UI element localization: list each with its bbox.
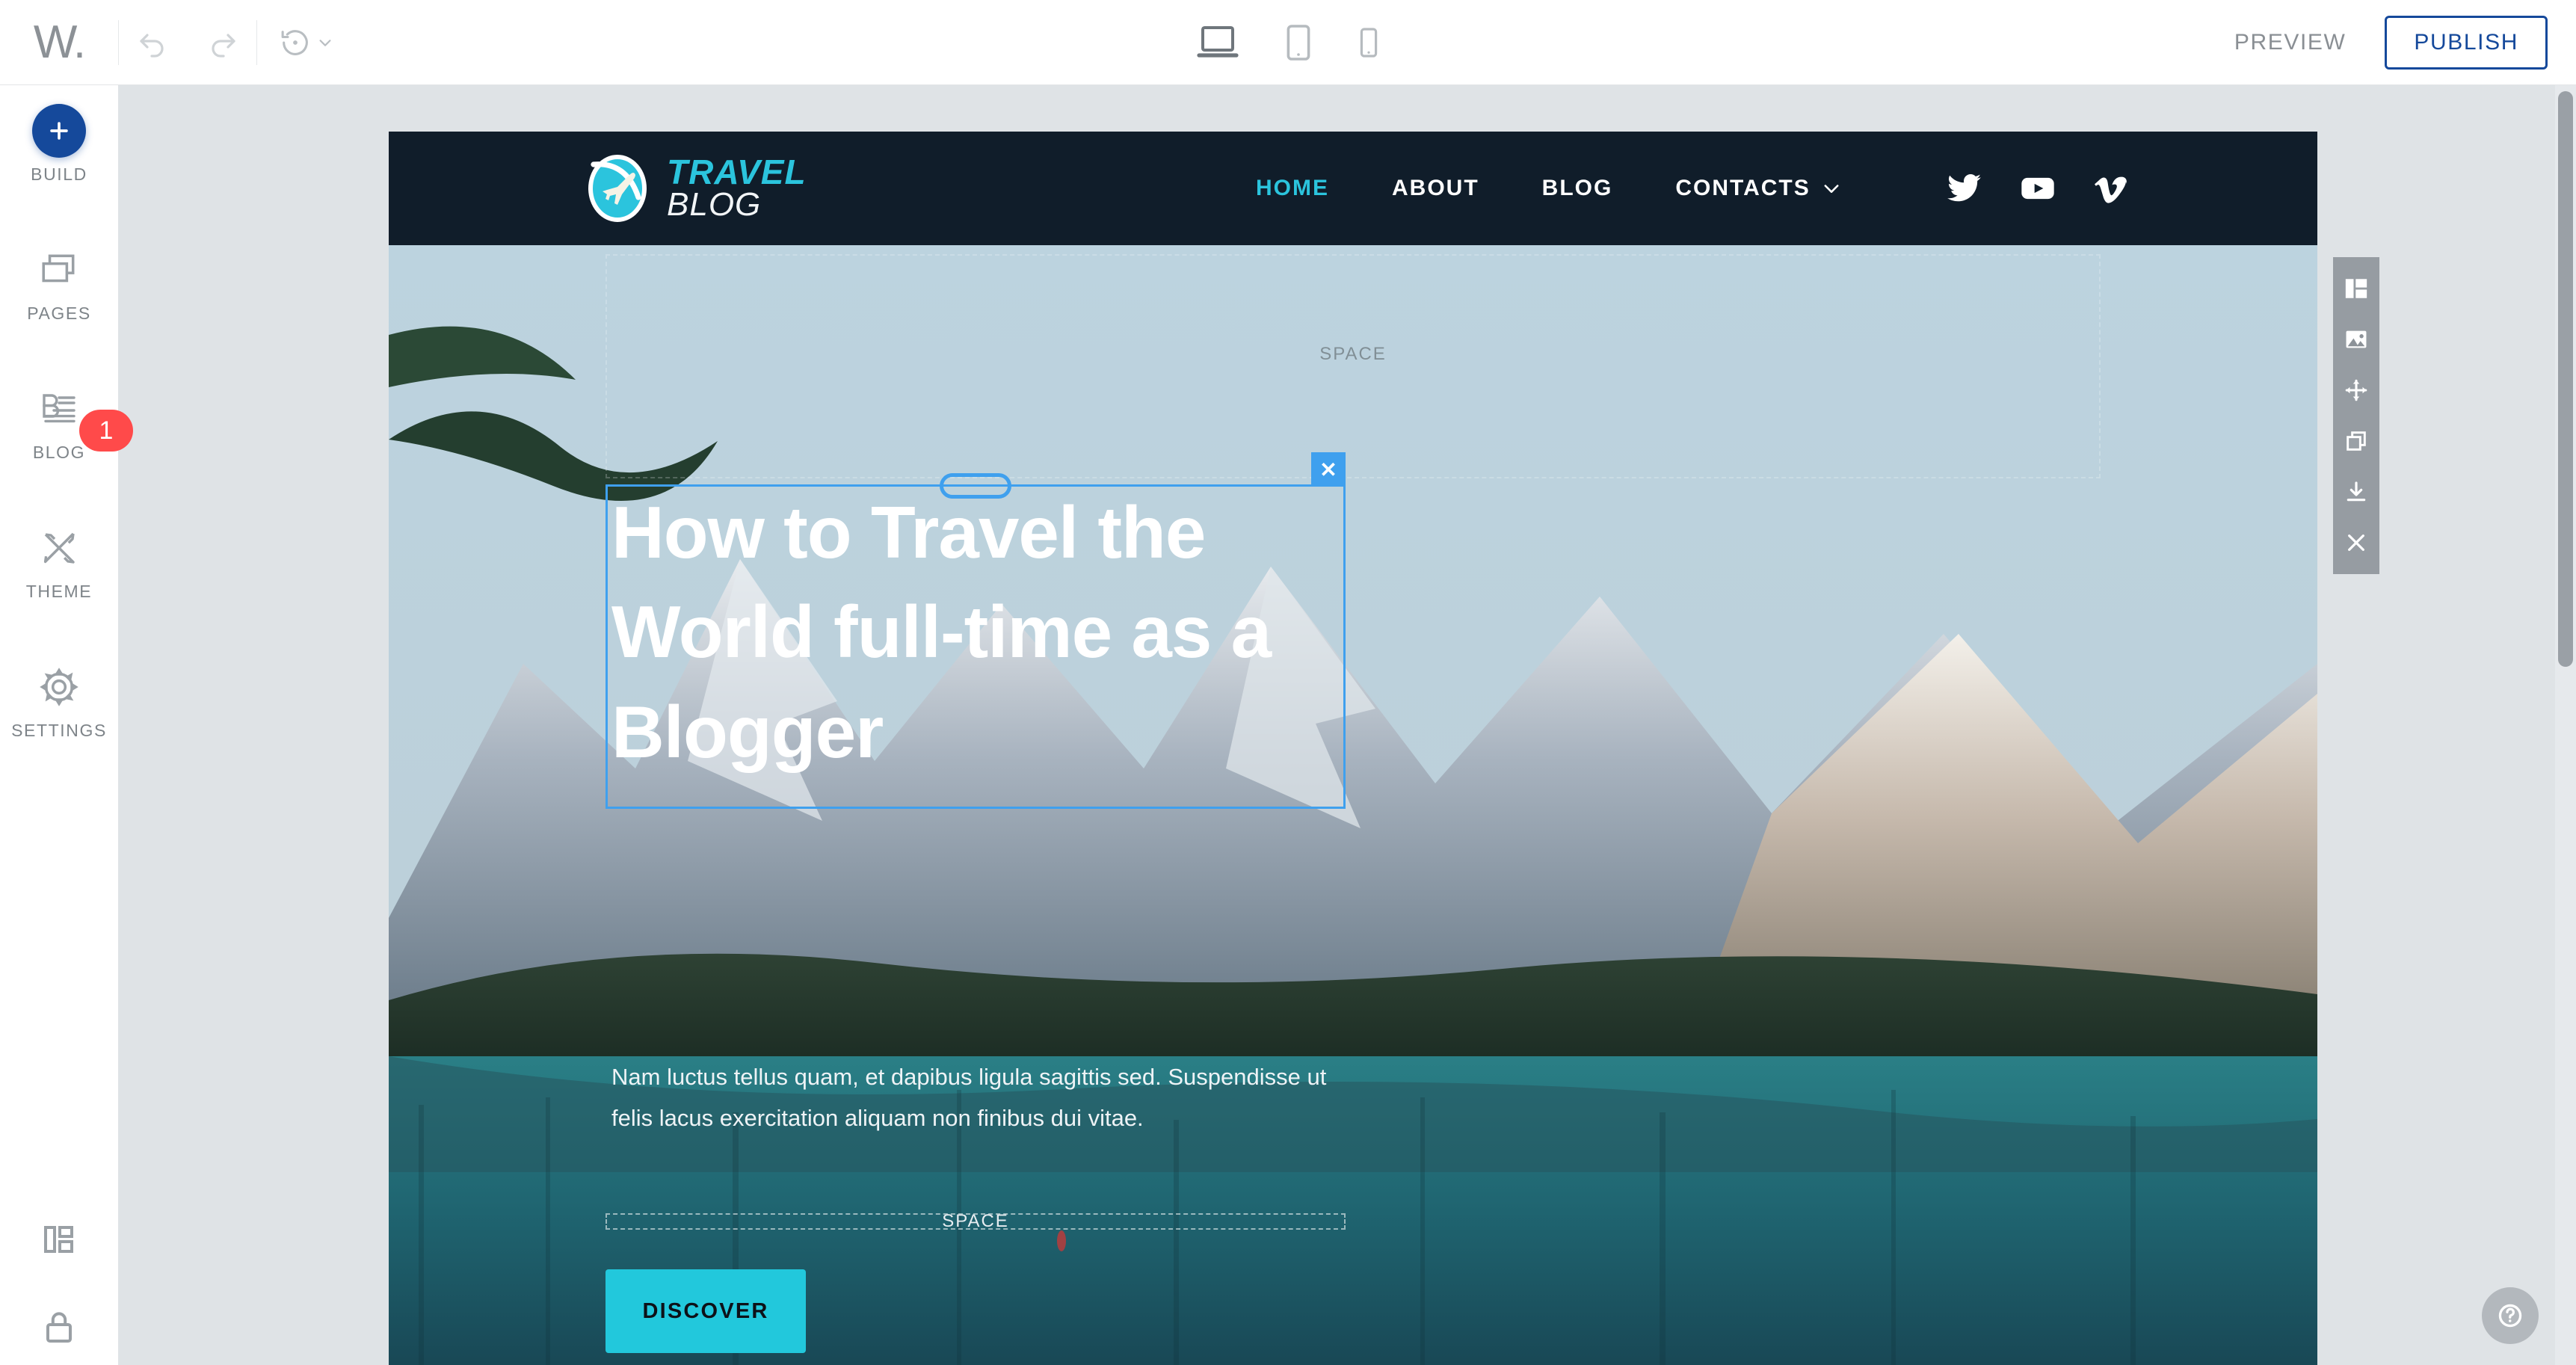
close-icon-button[interactable] bbox=[2333, 517, 2379, 568]
selection-outline[interactable]: ✕ bbox=[606, 452, 1346, 809]
undo-redo-group bbox=[119, 0, 256, 84]
space-label-top: SPACE bbox=[1319, 344, 1387, 364]
nav-link-about[interactable]: ABOUT bbox=[1392, 176, 1479, 201]
sidebar-label-blog: BLOG bbox=[32, 443, 86, 462]
chevron-down-icon bbox=[1824, 185, 1839, 193]
left-sidebar: BUILD PAGES BLOG 1 THEME SETTINGS bbox=[0, 85, 133, 1365]
site-preview: TRAVEL BLOG HOME ABOUT BLOG CONTACTS SPA… bbox=[389, 132, 2317, 1365]
build-icon-wrap bbox=[32, 102, 86, 160]
sidebar-label-settings: SETTINGS bbox=[11, 721, 107, 740]
travel-globe-plane-icon bbox=[588, 155, 647, 222]
logo-text: TRAVEL BLOG bbox=[667, 152, 807, 223]
help-button[interactable] bbox=[2482, 1287, 2539, 1344]
theme-brush-icon bbox=[38, 519, 80, 577]
element-floating-toolbar bbox=[2333, 257, 2379, 574]
preview-button[interactable]: PREVIEW bbox=[2224, 22, 2357, 63]
vimeo-icon[interactable] bbox=[2093, 170, 2129, 206]
editor-canvas: TRAVEL BLOG HOME ABOUT BLOG CONTACTS SPA… bbox=[118, 85, 2576, 1365]
publish-button[interactable]: PUBLISH bbox=[2385, 15, 2548, 70]
duplicate-icon-button[interactable] bbox=[2333, 416, 2379, 466]
editor-topbar: W. PREVIEW PUBLISH bbox=[0, 0, 2576, 85]
canvas-scrollbar-thumb[interactable] bbox=[2558, 91, 2573, 667]
sidebar-item-theme[interactable]: THEME bbox=[0, 519, 118, 602]
question-mark-icon bbox=[2498, 1304, 2522, 1328]
layout-columns-icon bbox=[2345, 279, 2367, 298]
selection-close-button[interactable]: ✕ bbox=[1311, 452, 1346, 487]
sidebar-label-theme: THEME bbox=[25, 582, 93, 601]
nav-link-home[interactable]: HOME bbox=[1256, 176, 1329, 201]
nav-label-about: ABOUT bbox=[1392, 176, 1479, 200]
device-mobile-button[interactable] bbox=[1354, 22, 1384, 64]
undo-button[interactable] bbox=[119, 0, 188, 84]
save-download-icon bbox=[2347, 481, 2366, 502]
topbar-actions: PREVIEW PUBLISH bbox=[2224, 0, 2548, 84]
nav-label-home: HOME bbox=[1256, 176, 1329, 200]
hero-paragraph[interactable]: Nam luctus tellus quam, et dapibus ligul… bbox=[611, 1056, 1329, 1138]
lock-icon bbox=[46, 1312, 72, 1343]
close-icon bbox=[2348, 534, 2364, 551]
device-tablet-button[interactable] bbox=[1281, 19, 1316, 67]
nav-label-blog: BLOG bbox=[1541, 176, 1613, 200]
sidebar-label-pages: PAGES bbox=[27, 303, 91, 323]
site-navigation: HOME ABOUT BLOG CONTACTS bbox=[1256, 176, 1842, 201]
twitter-icon[interactable] bbox=[1945, 170, 1982, 207]
youtube-icon[interactable] bbox=[2018, 169, 2057, 208]
image-icon-button[interactable] bbox=[2333, 314, 2379, 365]
social-links bbox=[1945, 169, 2129, 208]
site-header: TRAVEL BLOG HOME ABOUT BLOG CONTACTS bbox=[389, 132, 2317, 245]
nav-label-contacts: CONTACTS bbox=[1675, 176, 1811, 200]
site-logo[interactable]: TRAVEL BLOG bbox=[582, 152, 807, 224]
nav-link-contacts[interactable]: CONTACTS bbox=[1675, 176, 1841, 201]
save-download-icon-button[interactable] bbox=[2333, 466, 2379, 517]
plus-icon bbox=[32, 104, 86, 158]
space-block-mid[interactable]: SPACE bbox=[606, 1211, 1346, 1231]
layout-columns-icon-button[interactable] bbox=[2333, 263, 2379, 314]
space-label-mid: SPACE bbox=[942, 1211, 1009, 1231]
device-desktop-button[interactable] bbox=[1192, 19, 1243, 67]
sidebar-item-build[interactable]: BUILD bbox=[0, 102, 118, 185]
image-icon bbox=[2346, 330, 2367, 348]
layout-panel-icon bbox=[44, 1226, 73, 1253]
nav-link-blog[interactable]: BLOG bbox=[1542, 176, 1613, 201]
space-block-top[interactable]: SPACE bbox=[606, 254, 2101, 478]
move-icon bbox=[2345, 379, 2367, 401]
sidebar-item-settings[interactable]: SETTINGS bbox=[0, 658, 118, 741]
blog-notification-badge[interactable]: 1 bbox=[79, 410, 133, 452]
blog-icon bbox=[38, 380, 80, 438]
move-icon-button[interactable] bbox=[2333, 365, 2379, 416]
lock-icon-button[interactable] bbox=[0, 1308, 118, 1346]
history-button[interactable] bbox=[257, 0, 354, 84]
canvas-scrollbar-track[interactable] bbox=[2555, 85, 2576, 1365]
layout-panel-icon-button[interactable] bbox=[0, 1221, 118, 1257]
logo-travel-text: TRAVEL bbox=[667, 152, 807, 192]
logo-blog-text: BLOG bbox=[667, 185, 762, 223]
hero-section: SPACE ✕ How to Travel the World full-tim… bbox=[389, 245, 2317, 1365]
sidebar-item-pages[interactable]: PAGES bbox=[0, 241, 118, 324]
sidebar-label-build: BUILD bbox=[31, 164, 87, 184]
discover-button[interactable]: DISCOVER bbox=[606, 1269, 806, 1353]
app-logo[interactable]: W. bbox=[0, 0, 118, 84]
device-preview-group bbox=[1192, 19, 1384, 67]
gear-icon bbox=[39, 658, 79, 716]
duplicate-icon bbox=[2347, 431, 2366, 451]
pages-icon bbox=[39, 241, 79, 299]
redo-button[interactable] bbox=[188, 0, 256, 84]
selection-drag-handle[interactable] bbox=[940, 473, 1011, 499]
